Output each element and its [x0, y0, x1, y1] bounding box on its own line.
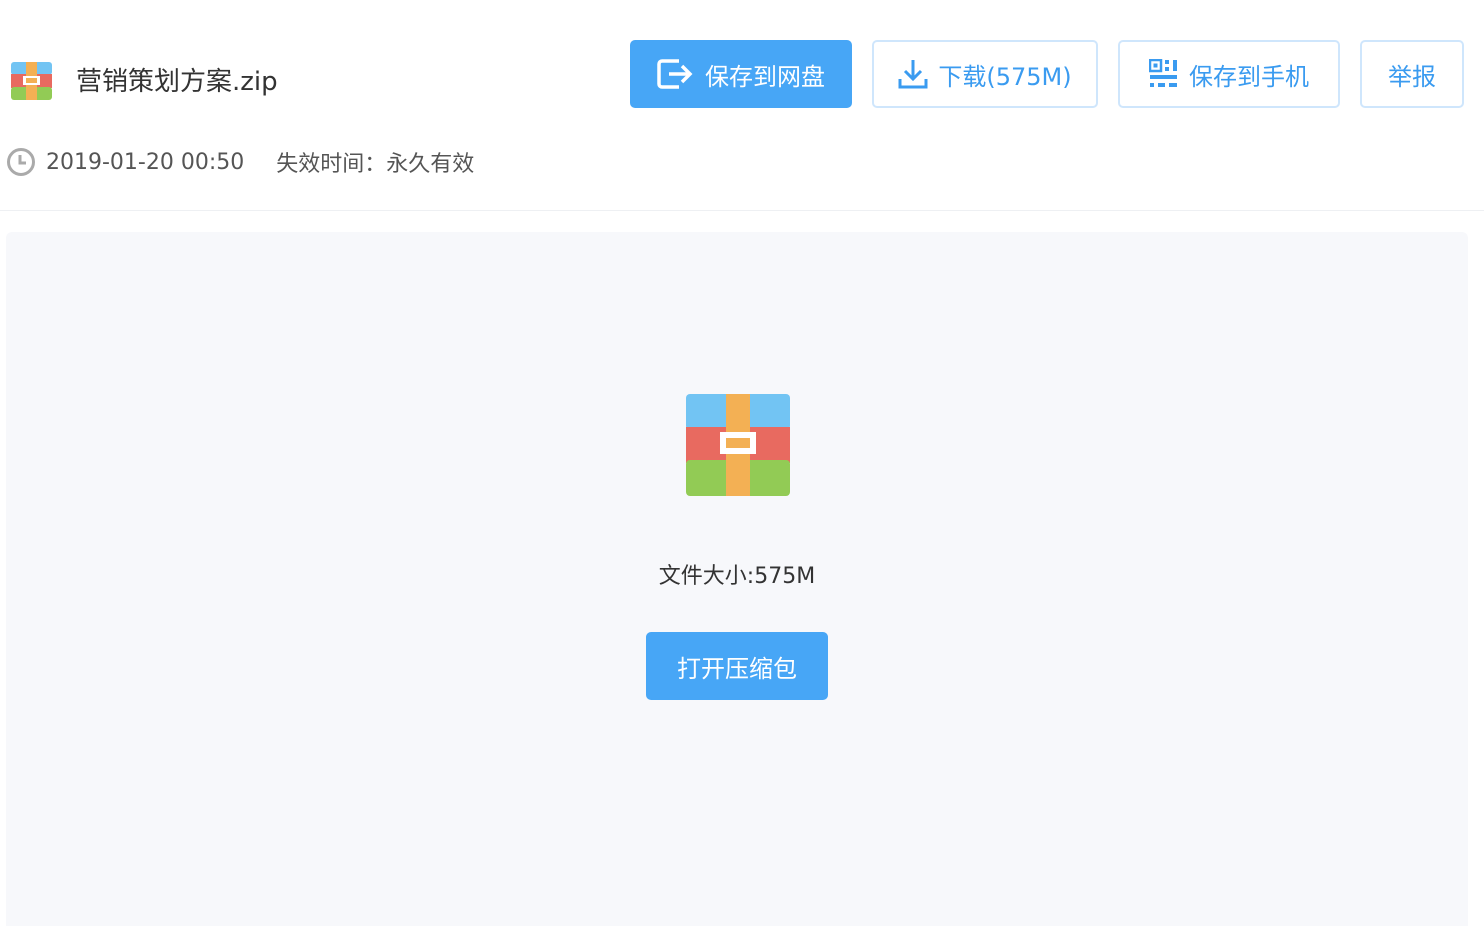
export-icon: [657, 58, 695, 90]
open-archive-label: 打开压缩包: [677, 654, 797, 683]
save-to-phone-label: 保存到手机: [1189, 62, 1309, 91]
download-icon: [898, 58, 928, 90]
zip-archive-icon: [686, 394, 790, 496]
save-to-phone-button[interactable]: 保存到手机: [1118, 40, 1340, 108]
zip-file-icon: [11, 62, 52, 100]
file-size-label: 文件大小:575M: [658, 564, 816, 589]
save-to-disk-label: 保存到网盘: [705, 62, 825, 91]
download-label: 下载(575M): [938, 62, 1072, 91]
file-meta: 2019-01-20 00:50 失效时间：永久有效: [6, 145, 474, 179]
open-archive-button[interactable]: 打开压缩包: [646, 632, 828, 700]
header-divider: [0, 210, 1484, 211]
upload-date: 2019-01-20 00:50: [46, 149, 245, 175]
qr-code-icon: [1149, 59, 1179, 89]
file-name: 营销策划方案.zip: [76, 67, 278, 97]
clock-icon: [6, 147, 36, 177]
expiry-text: 失效时间：永久有效: [276, 152, 475, 177]
preview-panel: 文件大小:575M 打开压缩包: [6, 232, 1468, 926]
file-header: 营销策划方案.zip 保存到网盘 下载(575M) 保存到手机 举报 2019-…: [0, 0, 1484, 211]
report-label: 举报: [1388, 62, 1436, 91]
report-button[interactable]: 举报: [1360, 40, 1464, 108]
download-button[interactable]: 下载(575M): [872, 40, 1098, 108]
save-to-disk-button[interactable]: 保存到网盘: [630, 40, 852, 108]
